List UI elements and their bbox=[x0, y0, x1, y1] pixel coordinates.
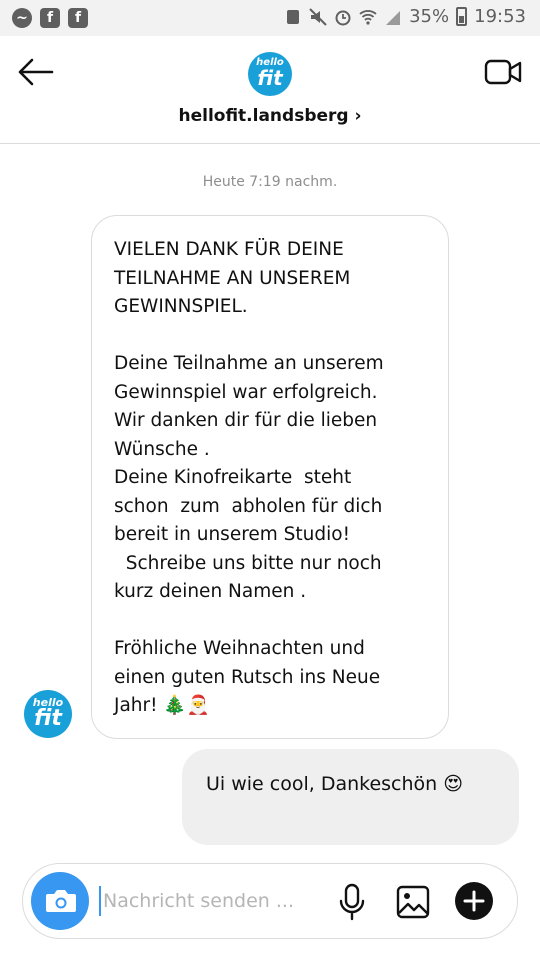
battery-icon bbox=[456, 7, 468, 26]
camera-button[interactable] bbox=[31, 872, 89, 930]
logo-text-fit: fit bbox=[257, 66, 283, 90]
mute-icon bbox=[309, 7, 327, 26]
save-mode-icon bbox=[287, 9, 300, 24]
messenger-icon: ~ bbox=[12, 8, 32, 28]
signal-icon bbox=[386, 10, 401, 25]
video-camera-icon[interactable] bbox=[484, 56, 524, 88]
microphone-icon[interactable] bbox=[335, 882, 369, 922]
image-icon[interactable] bbox=[395, 884, 431, 920]
notification-icons: ~ f f bbox=[12, 8, 88, 28]
message-input[interactable] bbox=[103, 882, 333, 920]
message-timestamp: Heute 7:19 nachm. bbox=[202, 174, 338, 190]
wifi-icon bbox=[359, 9, 377, 25]
battery-percent: 35% bbox=[409, 6, 450, 27]
clock: 19:53 bbox=[474, 6, 526, 27]
facebook-icon: f bbox=[40, 8, 60, 28]
username-link[interactable]: hellofit.landsberg › bbox=[0, 106, 540, 126]
profile-logo[interactable]: hello fit bbox=[248, 52, 292, 96]
arrow-left-icon[interactable] bbox=[16, 54, 56, 90]
text-caret bbox=[99, 886, 101, 916]
camera-icon bbox=[46, 890, 76, 912]
status-bar: ~ f f 35% 19:53 bbox=[0, 0, 540, 36]
sender-avatar[interactable]: hello fit bbox=[24, 690, 72, 738]
outgoing-message-bubble[interactable]: Ui wie cool, Dankeschön 😍 bbox=[182, 749, 519, 845]
incoming-message-bubble[interactable]: VIELEN DANK FÜR DEINE TEILNAHME AN UNSER… bbox=[91, 215, 449, 739]
plus-button[interactable] bbox=[455, 882, 493, 920]
facebook-icon: f bbox=[68, 8, 88, 28]
message-composer bbox=[22, 863, 518, 939]
system-icons: 35% 19:53 bbox=[284, 6, 526, 27]
plus-icon bbox=[463, 890, 485, 912]
alarm-icon bbox=[335, 10, 351, 25]
avatar-text-fit: fit bbox=[34, 706, 62, 731]
chat-header: hello fit hellofit.landsberg › bbox=[0, 36, 540, 144]
